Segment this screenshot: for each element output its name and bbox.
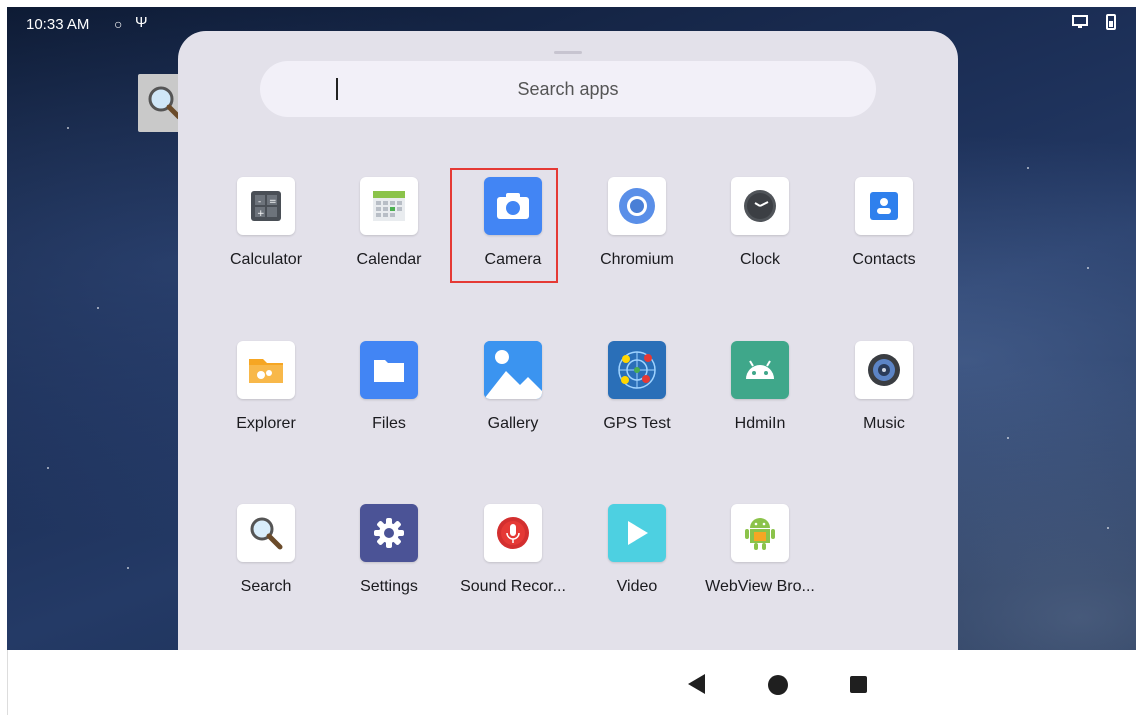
app-label: Search — [240, 578, 292, 595]
app-label: Files — [372, 415, 406, 432]
battery-icon — [1106, 14, 1116, 30]
app-sound-recorder[interactable]: Sound Recor... — [453, 504, 573, 604]
back-icon[interactable] — [688, 674, 705, 694]
svg-text:=: = — [269, 197, 277, 207]
app-chromium[interactable]: Chromium — [577, 177, 697, 277]
webview-browser-icon — [731, 504, 789, 562]
search-placeholder: Search apps — [517, 79, 619, 99]
search-input[interactable]: Search apps — [260, 61, 876, 117]
drag-handle[interactable] — [554, 51, 582, 54]
app-clock[interactable]: Clock — [700, 177, 820, 277]
files-icon — [360, 341, 418, 399]
app-label: Calculator — [229, 251, 303, 268]
app-label: Chromium — [600, 251, 674, 268]
app-label: Music — [863, 415, 905, 432]
sound-recorder-icon — [484, 504, 542, 562]
app-settings[interactable]: Settings — [329, 504, 449, 604]
calculator-icon: - = + — [237, 177, 295, 235]
app-label: GPS Test — [603, 415, 671, 432]
sync-icon: ○ — [114, 16, 123, 32]
gallery-icon — [484, 341, 542, 399]
app-calculator[interactable]: - = + Calculator — [206, 177, 326, 277]
app-files[interactable]: Files — [329, 341, 449, 441]
selection-highlight — [450, 168, 558, 283]
app-search[interactable]: Search — [206, 504, 326, 604]
contacts-icon — [855, 177, 913, 235]
cast-icon — [1072, 15, 1088, 33]
app-video[interactable]: Video — [577, 504, 697, 604]
search-icon — [237, 504, 295, 562]
music-icon — [855, 341, 913, 399]
gps-test-icon — [608, 341, 666, 399]
home-icon[interactable] — [768, 675, 788, 695]
hdmiin-icon — [731, 341, 789, 399]
app-contacts[interactable]: Contacts — [824, 177, 944, 277]
app-label: Explorer — [236, 415, 296, 432]
usb-icon: Ψ — [135, 14, 148, 31]
app-webview-browser[interactable]: WebView Bro... — [700, 504, 820, 604]
app-drawer: Search apps - = + Calculator Calendar Ca… — [178, 31, 958, 651]
app-calendar[interactable]: Calendar — [329, 177, 449, 277]
app-label: Clock — [739, 251, 780, 268]
app-label: Video — [616, 578, 658, 595]
explorer-icon — [237, 341, 295, 399]
app-label: Contacts — [852, 251, 916, 268]
navigation-bar — [7, 650, 1136, 715]
app-label: Settings — [360, 578, 418, 595]
app-label: Calendar — [356, 251, 422, 268]
video-icon — [608, 504, 666, 562]
clock-icon — [731, 177, 789, 235]
svg-text:+: + — [257, 209, 265, 219]
svg-text:-: - — [258, 197, 261, 207]
calendar-icon — [360, 177, 418, 235]
app-explorer[interactable]: Explorer — [206, 341, 326, 441]
app-label: Sound Recor... — [460, 578, 566, 595]
recents-icon[interactable] — [850, 676, 867, 693]
app-music[interactable]: Music — [824, 341, 944, 441]
app-label: WebView Bro... — [705, 578, 815, 595]
app-hdmiin[interactable]: HdmiIn — [700, 341, 820, 441]
chromium-icon — [608, 177, 666, 235]
app-label: Gallery — [487, 415, 539, 432]
app-gallery[interactable]: Gallery — [453, 341, 573, 441]
status-time: 10:33 AM — [26, 16, 90, 33]
app-gps-test[interactable]: GPS Test — [577, 341, 697, 441]
settings-icon — [360, 504, 418, 562]
app-label: HdmiIn — [734, 415, 786, 432]
